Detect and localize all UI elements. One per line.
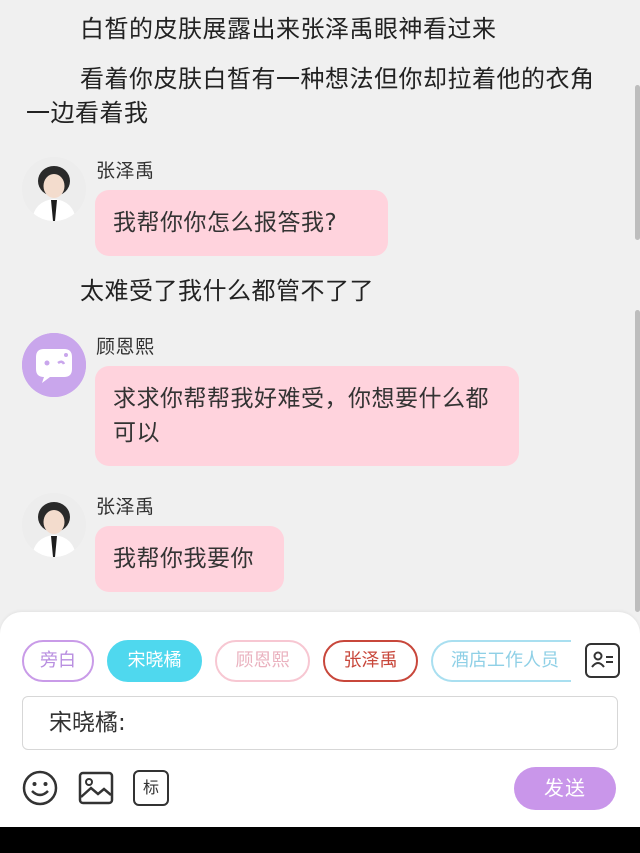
avatar-gu[interactable]: [22, 333, 86, 397]
emoji-button[interactable]: [22, 770, 58, 806]
input-panel: 旁白 宋晓橘 顾恩熙 张泽禹 酒店工作人员 宋晓橘: 标 发送: [0, 612, 640, 827]
chat-screen: 白皙的皮肤展露出来张泽禹眼神看过来 看着你皮肤白皙有一种想法但你却拉着他的衣角一…: [0, 0, 640, 853]
role-chip-zhang[interactable]: 张泽禹: [323, 640, 418, 682]
contact-card-icon: [591, 651, 613, 668]
role-chip-hotel-staff[interactable]: 酒店工作人员: [431, 640, 571, 682]
scrollbar[interactable]: [635, 310, 640, 612]
image-button[interactable]: [78, 770, 114, 806]
role-chip-narrator[interactable]: 旁白: [22, 640, 94, 682]
message-input[interactable]: 宋晓橘:: [22, 696, 618, 750]
smiley-icon: [22, 770, 58, 806]
narration-text: 白皙的皮肤展露出来张泽禹眼神看过来: [80, 15, 497, 43]
avatar-zhang[interactable]: [22, 157, 86, 221]
send-button[interactable]: 发送: [514, 767, 616, 810]
system-nav-bar: [0, 827, 640, 853]
image-icon: [78, 771, 114, 805]
sender-name: 张泽禹: [96, 160, 155, 182]
sender-name: 张泽禹: [96, 496, 155, 518]
narration-text: 看着你皮肤白皙有一种想法但你却拉着他的衣角一边看着我: [26, 65, 595, 127]
message-bubble[interactable]: 求求你帮帮我好难受，你想要什么都可以: [95, 366, 519, 466]
sender-name: 顾恩熙: [96, 336, 155, 358]
role-chip-song[interactable]: 宋晓橘: [107, 640, 202, 682]
chat-bubble-avatar-icon: [22, 333, 86, 397]
role-chip-gu[interactable]: 顾恩熙: [215, 640, 310, 682]
contacts-button[interactable]: [585, 643, 620, 678]
message-bubble[interactable]: 我帮你你怎么报答我?: [95, 190, 388, 256]
message-bubble[interactable]: 我帮你我要你: [95, 526, 284, 592]
avatar-zhang[interactable]: [22, 493, 86, 557]
boy-avatar-icon: [22, 157, 86, 221]
boy-avatar-icon: [22, 493, 86, 557]
chat-area[interactable]: 白皙的皮肤展露出来张泽禹眼神看过来 看着你皮肤白皙有一种想法但你却拉着他的衣角一…: [0, 0, 640, 612]
narration-text: 太难受了我什么都管不了了: [80, 277, 374, 305]
mark-button[interactable]: 标: [133, 770, 169, 806]
scrollbar[interactable]: [635, 85, 640, 240]
